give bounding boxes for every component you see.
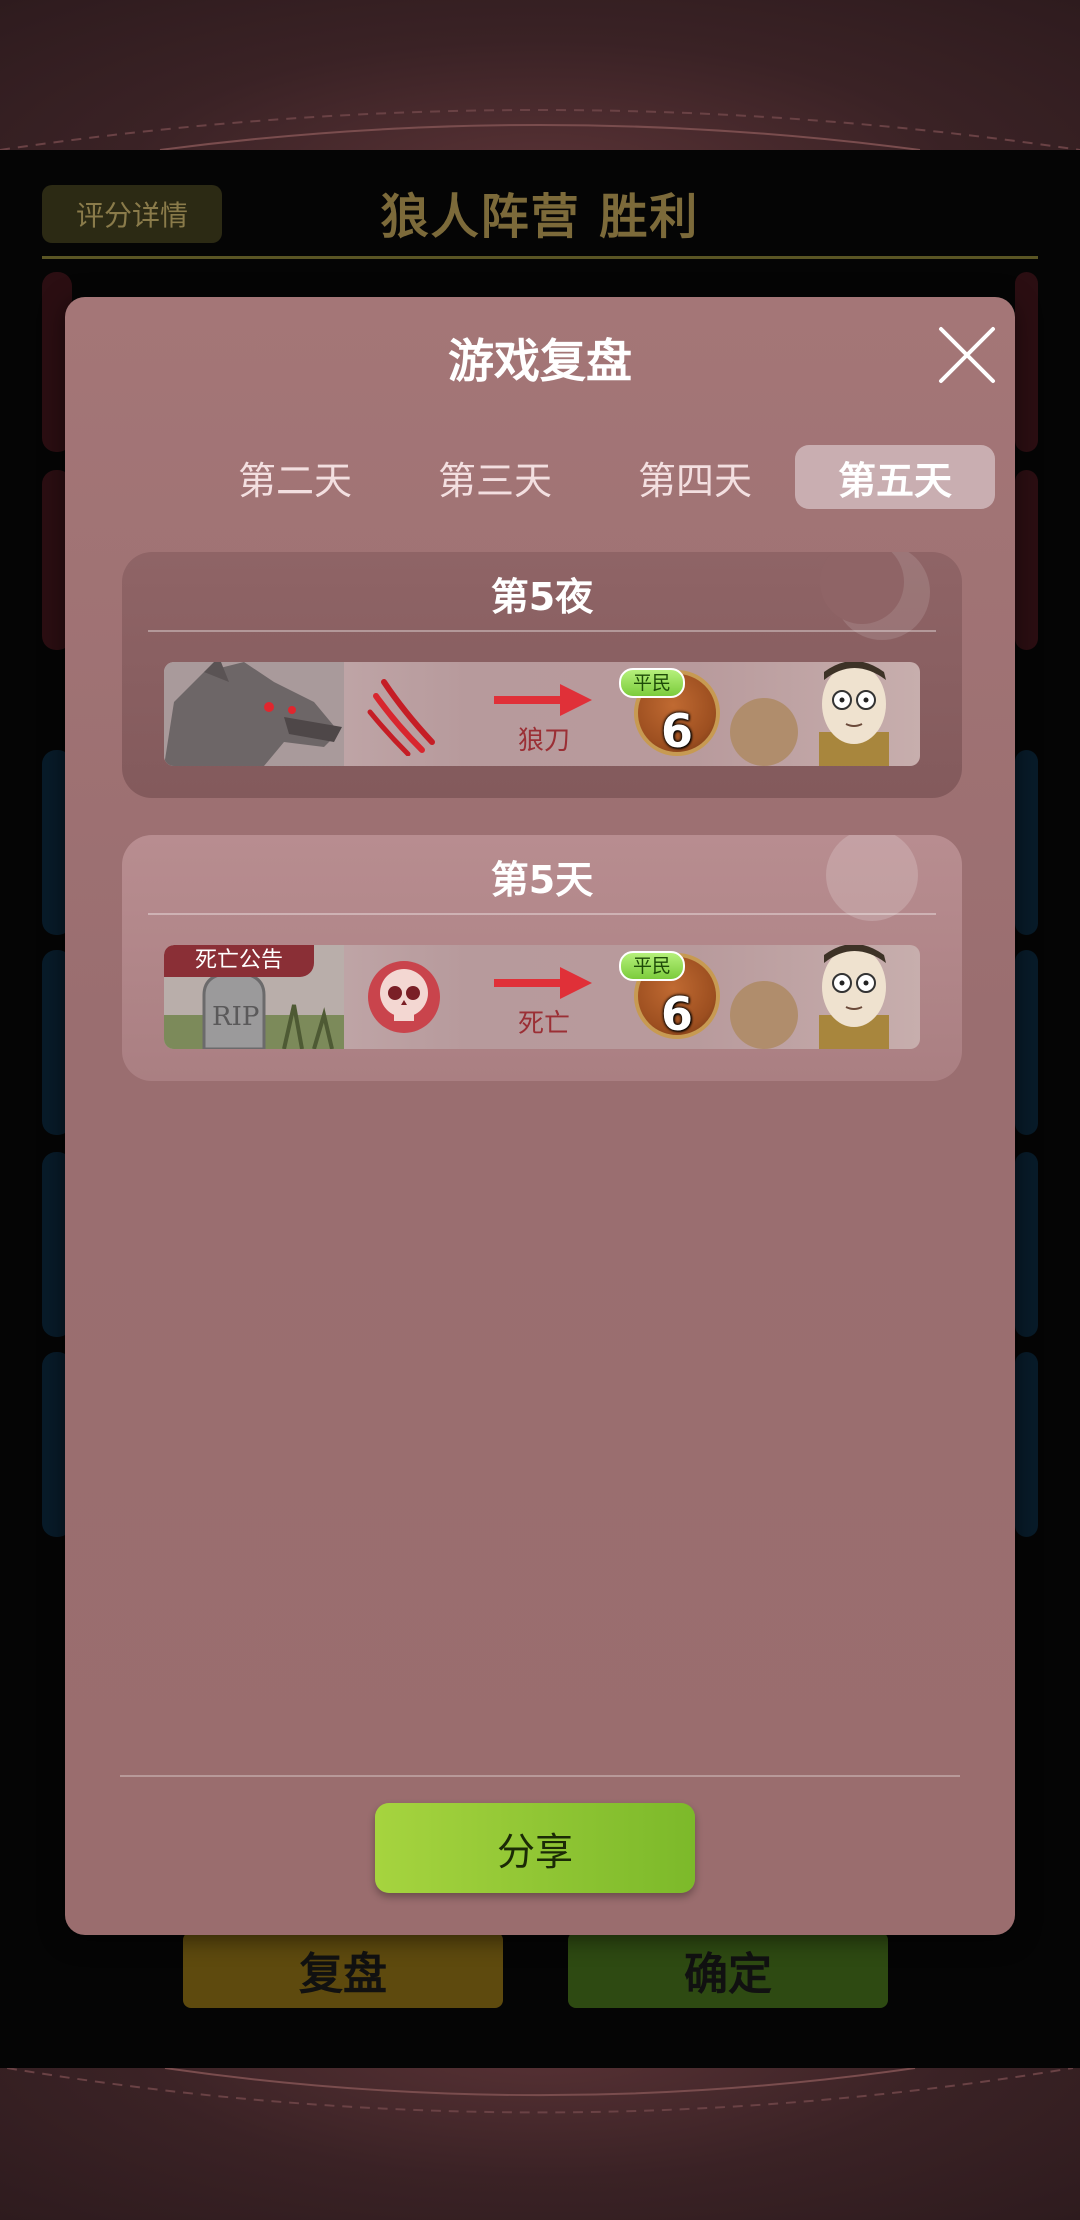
role-badge: 平民 [619,668,686,698]
skull-icon [368,961,440,1033]
share-button[interactable]: 分享 [375,1803,695,1893]
top-arc-decor [0,109,1080,150]
target-seat-number: 6 [660,987,693,1041]
title-divider [42,256,1038,259]
event-row: 狼刀 6 平民 [164,662,920,766]
event-action-label: 狼刀 [517,726,570,756]
event-card-day: 第5天 RIP 死亡公告 死亡 6 平民 [122,835,962,1081]
confirm-button[interactable]: 确定 [568,1932,888,2008]
modal-footer-divider [120,1775,960,1777]
player-tile[interactable] [1015,950,1038,1135]
card-divider [148,630,936,632]
bottom-decor-band [0,2068,1080,2220]
player-tile[interactable] [1015,1152,1038,1337]
target-seat-number: 6 [660,704,693,758]
player-tile[interactable] [1015,272,1038,452]
arrow-right-icon [494,684,592,716]
modal-title: 游戏复盘 [448,334,632,388]
event-action-label: 死亡 [517,1009,570,1039]
death-announcement-tag: 死亡公告 [164,945,314,977]
event-row: RIP 死亡公告 死亡 6 平民 [164,945,920,1049]
tab-day-2[interactable]: 第二天 [195,445,395,509]
game-replay-modal: 游戏复盘 第二天 第三天 第四天 第五天 第5夜 狼刀 6 平民 第5天 RIP… [65,297,1015,1935]
tab-day-4[interactable]: 第四天 [595,445,795,509]
arrow-right-icon [494,967,592,999]
player-tile[interactable] [1015,1352,1038,1537]
player-tile[interactable] [1015,470,1038,650]
villager-portrait-icon [730,945,889,1049]
event-phase-title: 第5天 [490,858,594,902]
day-tabs: 第二天 第三天 第四天 第五天 [195,445,995,509]
player-tile[interactable] [1015,750,1038,935]
close-icon[interactable] [935,323,999,387]
werewolf-portrait-icon [164,662,344,766]
tab-day-3[interactable]: 第三天 [395,445,595,509]
event-phase-title: 第5夜 [490,575,594,619]
result-title: 狼人阵营 胜利 [380,189,700,245]
svg-text:RIP: RIP [212,1002,259,1032]
card-divider [148,913,936,915]
role-badge: 平民 [619,951,686,981]
replay-button[interactable]: 复盘 [183,1932,503,2008]
tab-day-5[interactable]: 第五天 [795,445,995,509]
top-decor-band [0,0,1080,150]
claw-mark-icon [367,679,435,756]
event-card-night: 第5夜 狼刀 6 平民 [122,552,962,798]
score-details-button[interactable]: 评分详情 [42,185,222,243]
villager-portrait-icon [730,662,889,766]
bottom-arc-decor [6,2068,1074,2114]
